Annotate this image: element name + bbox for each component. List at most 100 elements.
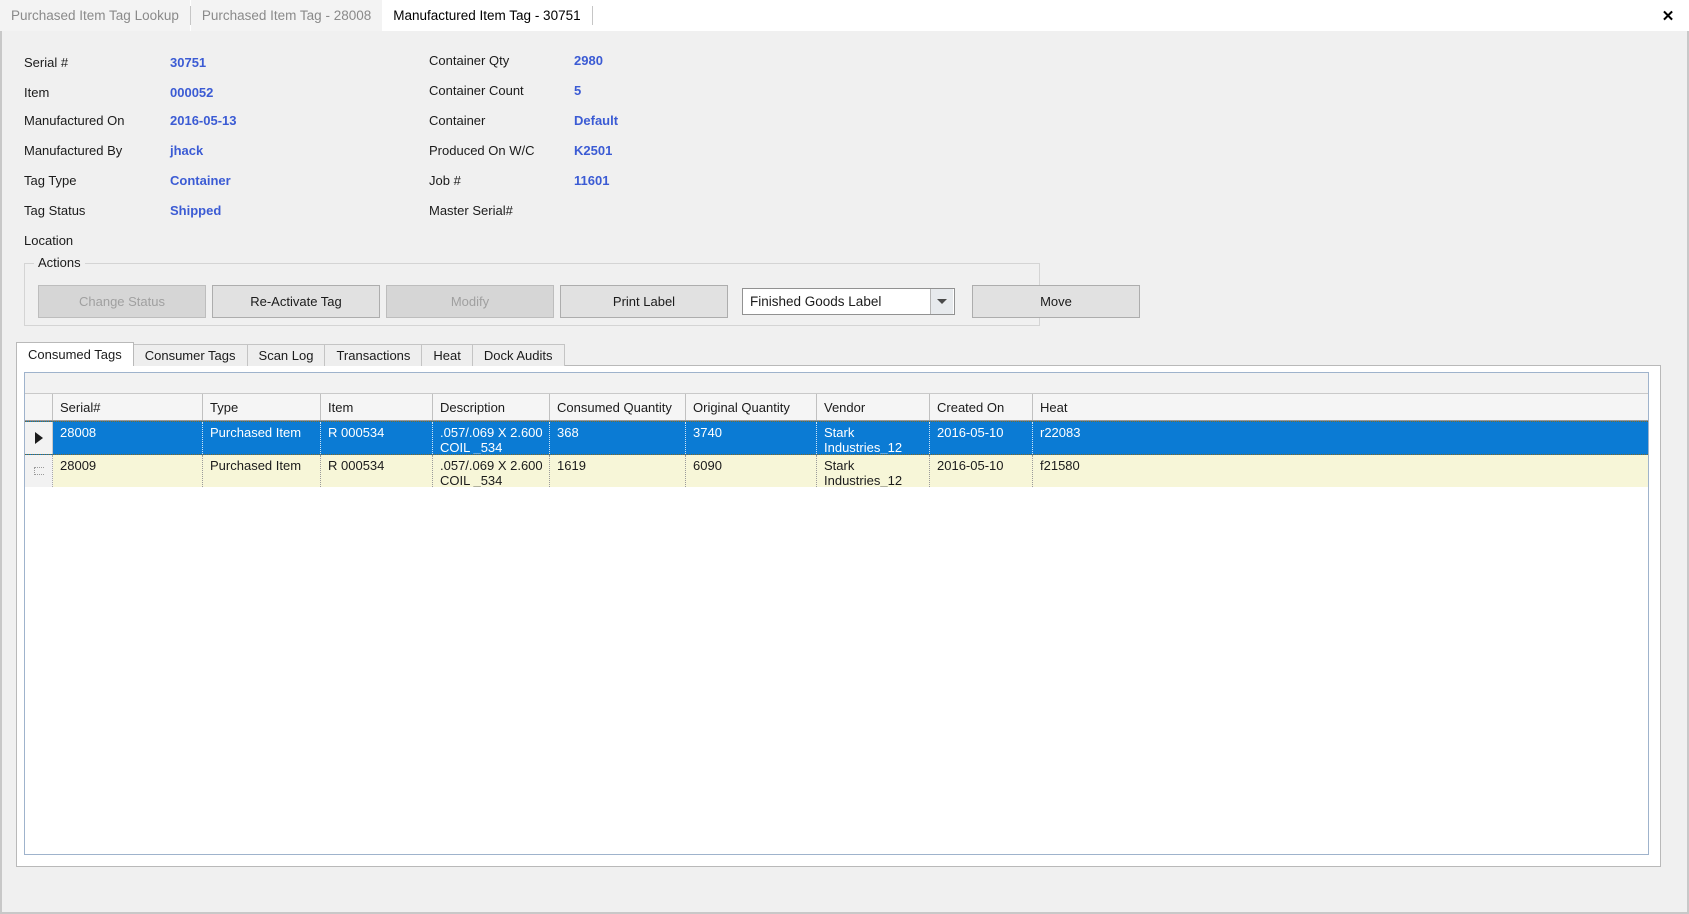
grid-cell-description[interactable]: .057/.069 X 2.600 COIL _534 <box>433 455 550 487</box>
grid-cell-consumed-quantity[interactable]: 368 <box>550 422 686 454</box>
tab-consumer-tags[interactable]: Consumer Tags <box>132 344 248 366</box>
grid-top-strip <box>25 373 1648 394</box>
button-label: Print Label <box>612 294 676 309</box>
tab-bar-filler <box>592 0 1689 31</box>
field-label-job: Job # <box>429 173 461 188</box>
grid-header-created-on[interactable]: Created On <box>930 394 1033 420</box>
button-label: Modify <box>450 294 490 309</box>
grid-body: 28008 Purchased Item R 000534.057/.069 X 2… <box>25 421 1648 487</box>
tab-label: Dock Audits <box>483 348 553 363</box>
button-label: Move <box>1040 294 1072 309</box>
field-value-container-qty: 2980 <box>574 53 603 68</box>
close-icon[interactable]: ✕ <box>1655 0 1681 31</box>
field-value-container: Default <box>574 113 619 128</box>
field-label-item: Item <box>24 85 50 100</box>
tab-heat[interactable]: Heat <box>421 344 473 366</box>
manufactured-item-tag-panel: Serial # 30751 Item 000052 Manufactured On 20… <box>0 31 1689 914</box>
grid-cell-heat[interactable]: r22083 <box>1033 422 1648 454</box>
field-label-container-count: Container Count <box>429 83 524 98</box>
document-tab-label: Manufactured Item Tag - 30751 <box>393 8 581 23</box>
field-value-job: 11601 <box>574 173 610 188</box>
document-tab-purchased-item-tag-lookup[interactable]: Purchased Item Tag Lookup <box>0 0 190 31</box>
modify-button[interactable]: Modify <box>386 285 554 318</box>
grid-cell-heat[interactable]: f21580 <box>1033 455 1648 487</box>
field-label-produced-on-w-c: Produced On W/C <box>429 143 535 158</box>
document-tab-label: Purchased Item Tag Lookup <box>11 8 179 23</box>
grid-header-type[interactable]: Type <box>203 394 321 420</box>
grid-cell-vendor[interactable]: Stark Industries_12 <box>817 422 930 454</box>
grid-cell-description[interactable]: .057/.069 X 2.600 COIL _534 <box>433 422 550 454</box>
actions-legend: Actions <box>34 255 85 270</box>
tab-label: Consumed Tags <box>28 347 122 362</box>
document-tab-bar: Purchased Item Tag Lookup Purchased Item… <box>0 0 1689 32</box>
label-type-select-value: Finished Goods Label <box>750 294 882 309</box>
grid-cell-type[interactable]: Purchased Item <box>203 422 321 454</box>
field-value-container-count: 5 <box>574 83 582 98</box>
field-value-serial: 30751 <box>170 55 207 70</box>
tab-label: Transactions <box>336 348 411 363</box>
row-marker-icon <box>33 467 44 475</box>
table-row[interactable]: 28008 Purchased Item R 000534.057/.069 X 2… <box>25 421 1648 455</box>
grid-header-row: Serial# Type Item Description Consumed Quant… <box>25 394 1648 421</box>
consumed-tags-pane: Serial# Type Item Description Consumed Quant… <box>16 365 1661 867</box>
grid-cell-item[interactable]: R 000534 <box>321 455 433 487</box>
row-selector[interactable] <box>25 455 53 487</box>
grid-cell-consumed-quantity[interactable]: 1619 <box>550 455 686 487</box>
grid-header-vendor[interactable]: Vendor <box>817 394 930 420</box>
grid-header-heat[interactable]: Heat <box>1033 394 1648 420</box>
tab-consumed-tags[interactable]: Consumed Tags <box>16 342 134 366</box>
grid-empty-area <box>25 487 1648 854</box>
consumed-tags-grid: Serial# Type Item Description Consumed Quant… <box>24 372 1649 855</box>
row-selector-current[interactable] <box>25 422 53 454</box>
grid-cell-original-quantity[interactable]: 6090 <box>686 455 817 487</box>
field-label-container-qty: Container Qty <box>429 53 510 68</box>
grid-cell-original-quantity[interactable]: 3740 <box>686 422 817 454</box>
label-type-select[interactable]: Finished Goods Label <box>742 288 955 315</box>
change-status-button[interactable]: Change Status <box>38 285 206 318</box>
tab-label: Scan Log <box>258 348 314 363</box>
field-label-container: Container <box>429 113 486 128</box>
current-row-arrow-icon <box>34 432 43 444</box>
tab-label: Heat <box>433 348 461 363</box>
field-value-tag-type: Container <box>170 173 231 188</box>
grid-cell-type[interactable]: Purchased Item <box>203 455 321 487</box>
grid-corner-cell <box>25 394 53 420</box>
grid-header-description[interactable]: Description <box>433 394 550 420</box>
grid-header-original-quantity[interactable]: Original Quantity <box>686 394 817 420</box>
field-value-item: 000052 <box>170 85 214 100</box>
field-label-manufactured-by: Manufactured By <box>24 143 123 158</box>
chevron-down-icon[interactable] <box>930 289 953 314</box>
field-label-manufactured-on: Manufactured On <box>24 113 125 128</box>
grid-header-serial[interactable]: Serial# <box>53 394 203 420</box>
field-label-location: Location <box>24 233 74 248</box>
field-value-manufactured-on: 2016-05-13 <box>170 113 237 128</box>
tab-scan-log[interactable]: Scan Log <box>246 344 326 366</box>
field-label-master-serial: Master Serial# <box>429 203 513 218</box>
print-label-button[interactable]: Print Label <box>560 285 728 318</box>
document-tab-purchased-item-tag-28008[interactable]: Purchased Item Tag - 28008 <box>190 0 383 31</box>
table-row[interactable]: 28009 Purchased Item R 000534.057/.069 X 2… <box>25 455 1648 487</box>
grid-cell-vendor[interactable]: Stark Industries_12 <box>817 455 930 487</box>
grid-header-consumed-quantity[interactable]: Consumed Quantity <box>550 394 686 420</box>
field-label-serial: Serial # <box>24 55 69 70</box>
re-activate-tag-button[interactable]: Re-Activate Tag <box>212 285 380 318</box>
detail-tab-strip: Consumed Tags Consumer Tags Scan Log Transa… <box>16 342 1661 366</box>
grid-cell-serial[interactable]: 28008 <box>53 422 203 454</box>
tab-transactions[interactable]: Transactions <box>324 344 423 366</box>
grid-cell-created-on[interactable]: 2016-05-10 <box>930 455 1033 487</box>
tab-label: Consumer Tags <box>144 348 236 363</box>
field-value-produced-on-w-c: K2501 <box>574 143 613 158</box>
grid-header-item[interactable]: Item <box>321 394 433 420</box>
grid-cell-created-on[interactable]: 2016-05-10 <box>930 422 1033 454</box>
field-value-manufactured-by: jhack <box>170 143 204 158</box>
grid-cell-item[interactable]: R 000534 <box>321 422 433 454</box>
tab-dock-audits[interactable]: Dock Audits <box>471 344 565 366</box>
field-label-tag-type: Tag Type <box>24 173 77 188</box>
grid-cell-serial[interactable]: 28009 <box>53 455 203 487</box>
button-label: Re-Activate Tag <box>250 294 342 309</box>
field-value-tag-status: Shipped <box>170 203 222 218</box>
move-button[interactable]: Move <box>972 285 1140 318</box>
button-label: Change Status <box>78 294 165 309</box>
field-label-tag-status: Tag Status <box>24 203 86 218</box>
document-tab-manufactured-item-tag-30751[interactable]: Manufactured Item Tag - 30751 <box>382 0 592 31</box>
